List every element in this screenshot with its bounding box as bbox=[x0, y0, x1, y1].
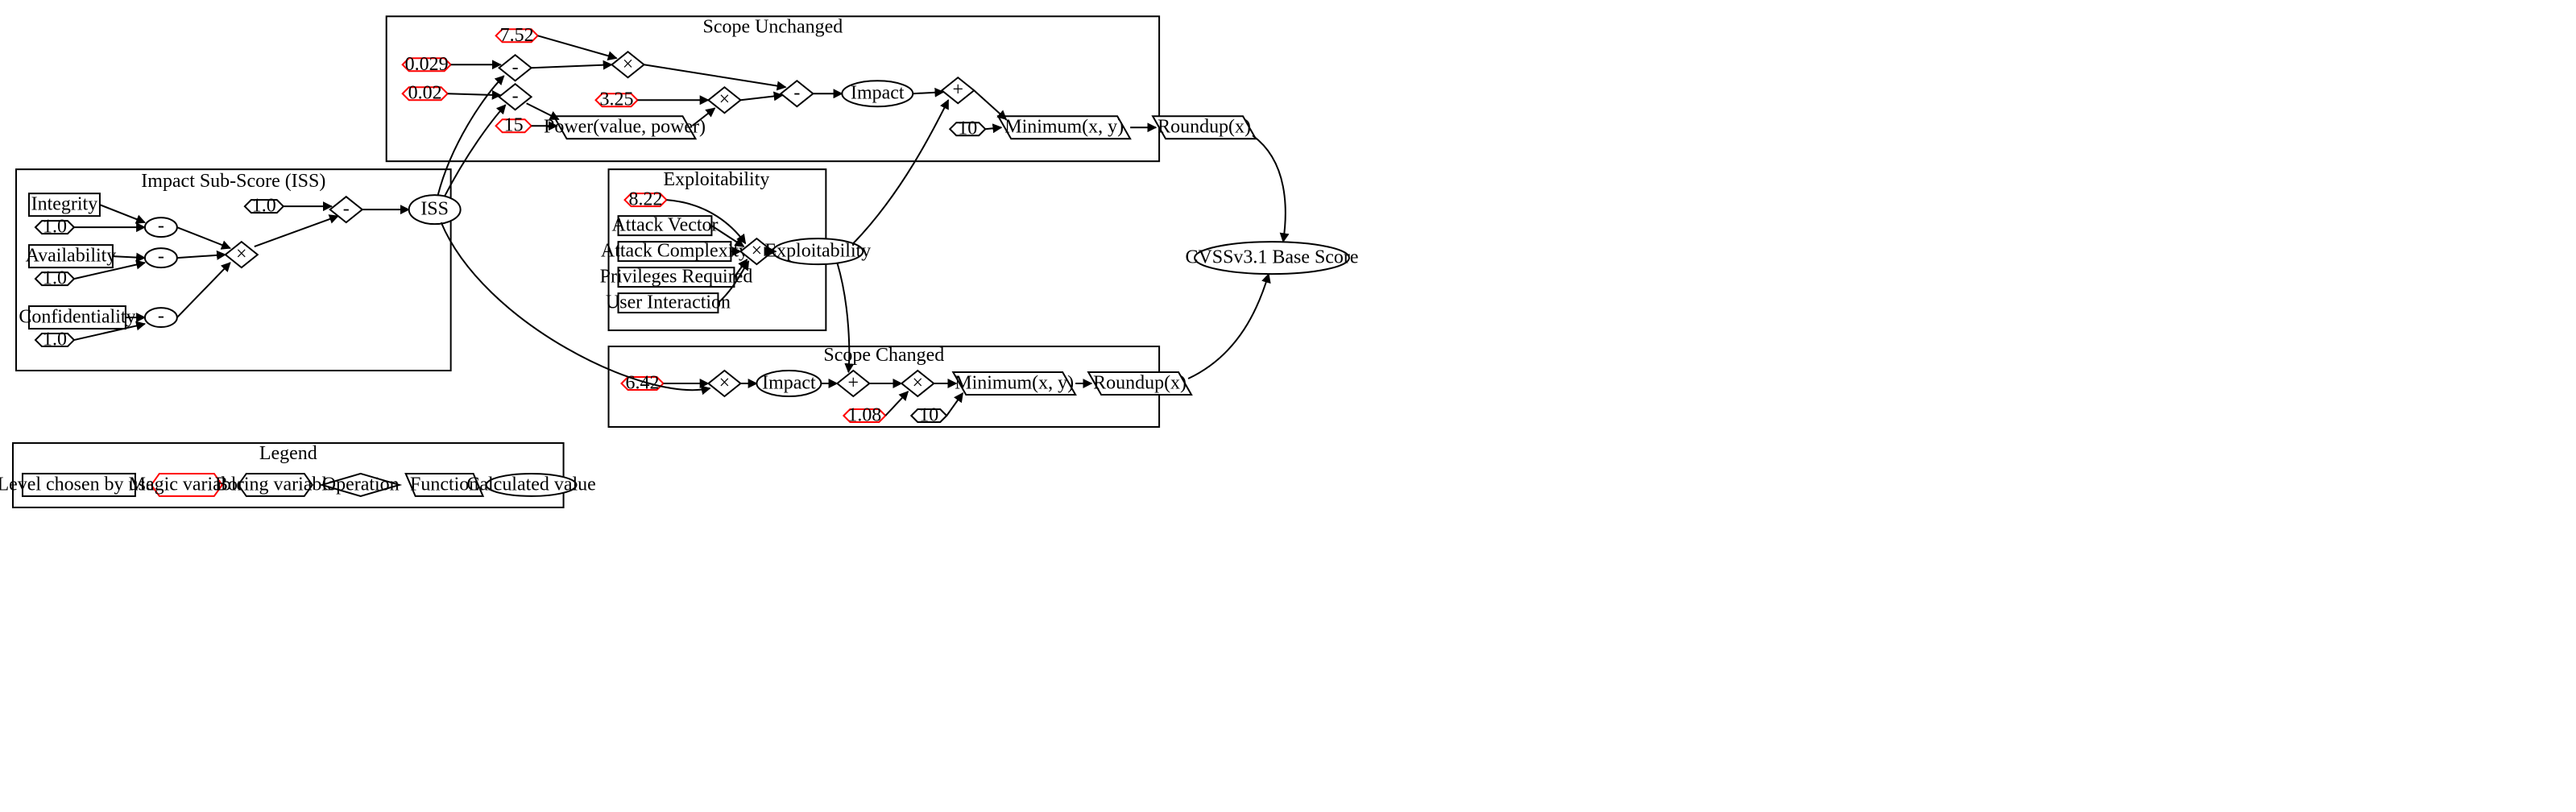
svg-text:1.08: 1.08 bbox=[847, 404, 881, 425]
node-one-b: 1.0 bbox=[35, 268, 74, 289]
svg-text:Availability: Availability bbox=[26, 246, 117, 267]
svg-text:Privileges Required: Privileges Required bbox=[600, 267, 753, 288]
svg-text:Calculated value: Calculated value bbox=[466, 474, 595, 495]
node-c0029: 0.029 bbox=[403, 54, 451, 75]
cvss-diagram: Impact Sub-Score (ISS) Integrity 1.0 Ava… bbox=[0, 0, 2576, 812]
node-user-interaction: User Interaction bbox=[606, 292, 731, 313]
node-10-u: 10 bbox=[950, 118, 985, 139]
svg-text:×: × bbox=[236, 244, 247, 265]
svg-text:×: × bbox=[719, 373, 731, 394]
svg-text:-: - bbox=[793, 83, 800, 104]
svg-text:1.0: 1.0 bbox=[252, 196, 276, 217]
node-c108: 1.08 bbox=[843, 404, 885, 425]
legend-operation: Operation bbox=[322, 474, 400, 496]
svg-text:Confidentiality: Confidentiality bbox=[19, 307, 135, 328]
node-c752: 7.52 bbox=[496, 25, 538, 46]
svg-text:Power(value, power): Power(value, power) bbox=[544, 117, 706, 138]
node-sub-avail: - bbox=[145, 246, 177, 267]
svg-text:Operation: Operation bbox=[322, 474, 400, 495]
node-roundup-u: Roundup(x) bbox=[1153, 116, 1256, 139]
node-mul-c1: × bbox=[708, 371, 740, 396]
svg-text:Boring variable: Boring variable bbox=[215, 474, 336, 495]
svg-text:-: - bbox=[158, 306, 164, 327]
svg-text:0.02: 0.02 bbox=[408, 83, 442, 104]
svg-text:Impact: Impact bbox=[851, 83, 905, 104]
svg-text:×: × bbox=[752, 241, 763, 262]
svg-text:ISS: ISS bbox=[420, 199, 449, 220]
node-min-u: Minimum(x, y) bbox=[998, 116, 1130, 139]
node-c002: 0.02 bbox=[403, 83, 448, 104]
svg-text:User Interaction: User Interaction bbox=[606, 292, 731, 313]
svg-text:1.0: 1.0 bbox=[43, 217, 67, 238]
svg-text:Impact: Impact bbox=[762, 373, 816, 394]
node-one-d: 1.0 bbox=[245, 196, 284, 217]
svg-text:+: + bbox=[952, 80, 963, 101]
svg-text:×: × bbox=[623, 54, 634, 75]
node-mul-u1: × bbox=[612, 52, 644, 77]
node-sub-iss: - bbox=[330, 197, 362, 222]
svg-text:-: - bbox=[512, 86, 519, 107]
svg-text:15: 15 bbox=[504, 115, 524, 136]
node-attack-vector: Attack Vector bbox=[611, 215, 718, 236]
node-10-c: 10 bbox=[911, 404, 946, 425]
svg-text:+: + bbox=[848, 373, 859, 394]
svg-text:10: 10 bbox=[958, 118, 977, 139]
svg-text:Exploitability: Exploitability bbox=[764, 241, 871, 262]
node-iss: ISS bbox=[409, 195, 461, 224]
svg-text:-: - bbox=[512, 57, 519, 78]
node-availability: Availability bbox=[26, 245, 117, 267]
node-confidentiality: Confidentiality bbox=[19, 306, 135, 329]
node-c15: 15 bbox=[496, 115, 532, 136]
node-impact-c: Impact bbox=[756, 371, 821, 396]
svg-text:Roundup(x): Roundup(x) bbox=[1158, 117, 1251, 138]
svg-text:-: - bbox=[158, 246, 164, 267]
node-base-score: CVSSv3.1 Base Score bbox=[1185, 242, 1358, 274]
svg-text:×: × bbox=[913, 373, 924, 394]
svg-text:1.0: 1.0 bbox=[43, 268, 67, 289]
svg-text:Attack Vector: Attack Vector bbox=[611, 215, 718, 236]
node-power: Power(value, power) bbox=[544, 116, 706, 139]
svg-text:Attack Complexity: Attack Complexity bbox=[601, 241, 748, 262]
svg-text:×: × bbox=[719, 89, 731, 110]
svg-text:10: 10 bbox=[919, 404, 938, 425]
svg-text:CVSSv3.1 Base Score: CVSSv3.1 Base Score bbox=[1185, 247, 1358, 268]
svg-text:8.22: 8.22 bbox=[629, 189, 663, 210]
node-plus-u: + bbox=[942, 77, 974, 103]
svg-text:Minimum(x, y): Minimum(x, y) bbox=[955, 373, 1074, 394]
cluster-sc-title: Scope Changed bbox=[823, 345, 944, 366]
node-sub-int: - bbox=[145, 216, 177, 237]
cluster-exp-title: Exploitability bbox=[664, 169, 770, 190]
node-c822: 8.22 bbox=[625, 189, 667, 210]
svg-text:3.25: 3.25 bbox=[600, 89, 634, 110]
svg-text:7.52: 7.52 bbox=[500, 25, 534, 46]
node-impact-u: Impact bbox=[842, 81, 913, 106]
node-one-a: 1.0 bbox=[35, 217, 74, 238]
svg-text:Minimum(x, y): Minimum(x, y) bbox=[1004, 117, 1124, 138]
svg-text:-: - bbox=[158, 216, 164, 237]
svg-text:1.0: 1.0 bbox=[43, 329, 67, 350]
node-attack-complexity: Attack Complexity bbox=[601, 241, 748, 262]
node-integrity: Integrity bbox=[29, 193, 100, 216]
node-plus-c: + bbox=[837, 371, 869, 396]
node-roundup-c: Roundup(x) bbox=[1088, 372, 1191, 395]
svg-text:Roundup(x): Roundup(x) bbox=[1093, 373, 1187, 394]
svg-text:Integrity: Integrity bbox=[31, 194, 98, 215]
node-c642: 6.42 bbox=[622, 373, 664, 394]
legend-calculated: Calculated value bbox=[466, 474, 595, 496]
svg-text:6.42: 6.42 bbox=[626, 373, 660, 394]
node-sub-u3: - bbox=[781, 81, 813, 106]
svg-text:0.029: 0.029 bbox=[405, 54, 449, 75]
node-min-c: Minimum(x, y) bbox=[953, 372, 1075, 395]
node-sub-conf: - bbox=[145, 306, 177, 327]
node-one-c: 1.0 bbox=[35, 329, 74, 350]
legend-boring: Boring variable bbox=[215, 474, 336, 496]
cluster-legend-title: Legend bbox=[259, 443, 317, 464]
svg-text:-: - bbox=[343, 199, 350, 220]
node-priv-required: Privileges Required bbox=[600, 267, 753, 288]
node-c325: 3.25 bbox=[596, 89, 638, 110]
cluster-iss-title: Impact Sub-Score (ISS) bbox=[141, 171, 325, 192]
cluster-su-title: Scope Unchanged bbox=[703, 16, 843, 37]
